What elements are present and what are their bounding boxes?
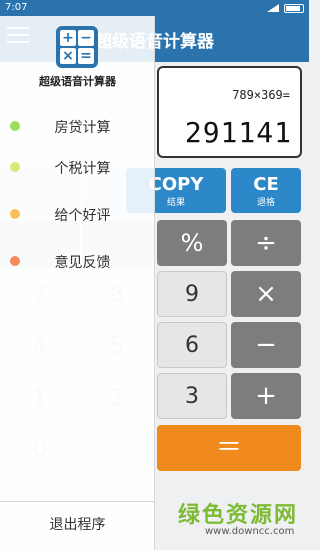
drawer-item-label: 个税计算 (54, 161, 111, 177)
key-6[interactable]: 6 (157, 322, 227, 368)
status-time: 7:07 (5, 2, 28, 13)
divide-button[interactable]: ÷ (231, 220, 301, 266)
expression-text: 789×369= (232, 88, 290, 102)
exit-button[interactable]: 退出程序 (0, 501, 155, 548)
watermark-text: 绿色资源网 (178, 503, 299, 528)
watermark-url: www.downcc.com (205, 526, 295, 537)
multiply-button[interactable]: × (231, 271, 301, 317)
percent-button[interactable]: % (157, 220, 227, 266)
equals-button[interactable]: ＝ (157, 425, 301, 471)
logo-equals-icon: = (78, 48, 94, 64)
ce-sub-label: 退格 (256, 198, 275, 208)
minus-button[interactable]: − (231, 322, 301, 368)
ce-label: CE (253, 174, 279, 195)
ce-button[interactable]: CE 退格 (231, 168, 301, 213)
battery-icon (284, 4, 304, 13)
navigation-drawer: + − × = 超级语音计算器 房贷计算 个税计算 给个好评 意见反馈 退出程序 (0, 16, 155, 550)
key-9[interactable]: 9 (157, 271, 227, 317)
drawer-item-feedback[interactable]: 意见反馈 (0, 241, 155, 281)
drawer-item-mortgage[interactable]: 房贷计算 (0, 106, 155, 146)
logo-multiply-icon: × (60, 48, 76, 64)
app-logo: + − × = (56, 26, 98, 68)
drawer-item-rate[interactable]: 给个好评 (0, 194, 155, 234)
result-text: 291141 (184, 116, 292, 149)
drawer-item-label: 房贷计算 (54, 120, 111, 136)
plus-button[interactable]: + (231, 373, 301, 419)
logo-plus-icon: + (60, 30, 76, 46)
calculator-display: 789×369= 291141 (157, 66, 302, 158)
drawer-item-tax[interactable]: 个税计算 (0, 147, 155, 187)
status-bar: 7:07 (0, 0, 309, 16)
drawer-app-name: 超级语音计算器 (39, 75, 116, 88)
logo-minus-icon: − (78, 30, 94, 46)
drawer-item-label: 意见反馈 (54, 255, 111, 271)
signal-icon (267, 4, 279, 12)
key-3[interactable]: 3 (157, 373, 227, 419)
drawer-item-label: 给个好评 (54, 208, 111, 224)
